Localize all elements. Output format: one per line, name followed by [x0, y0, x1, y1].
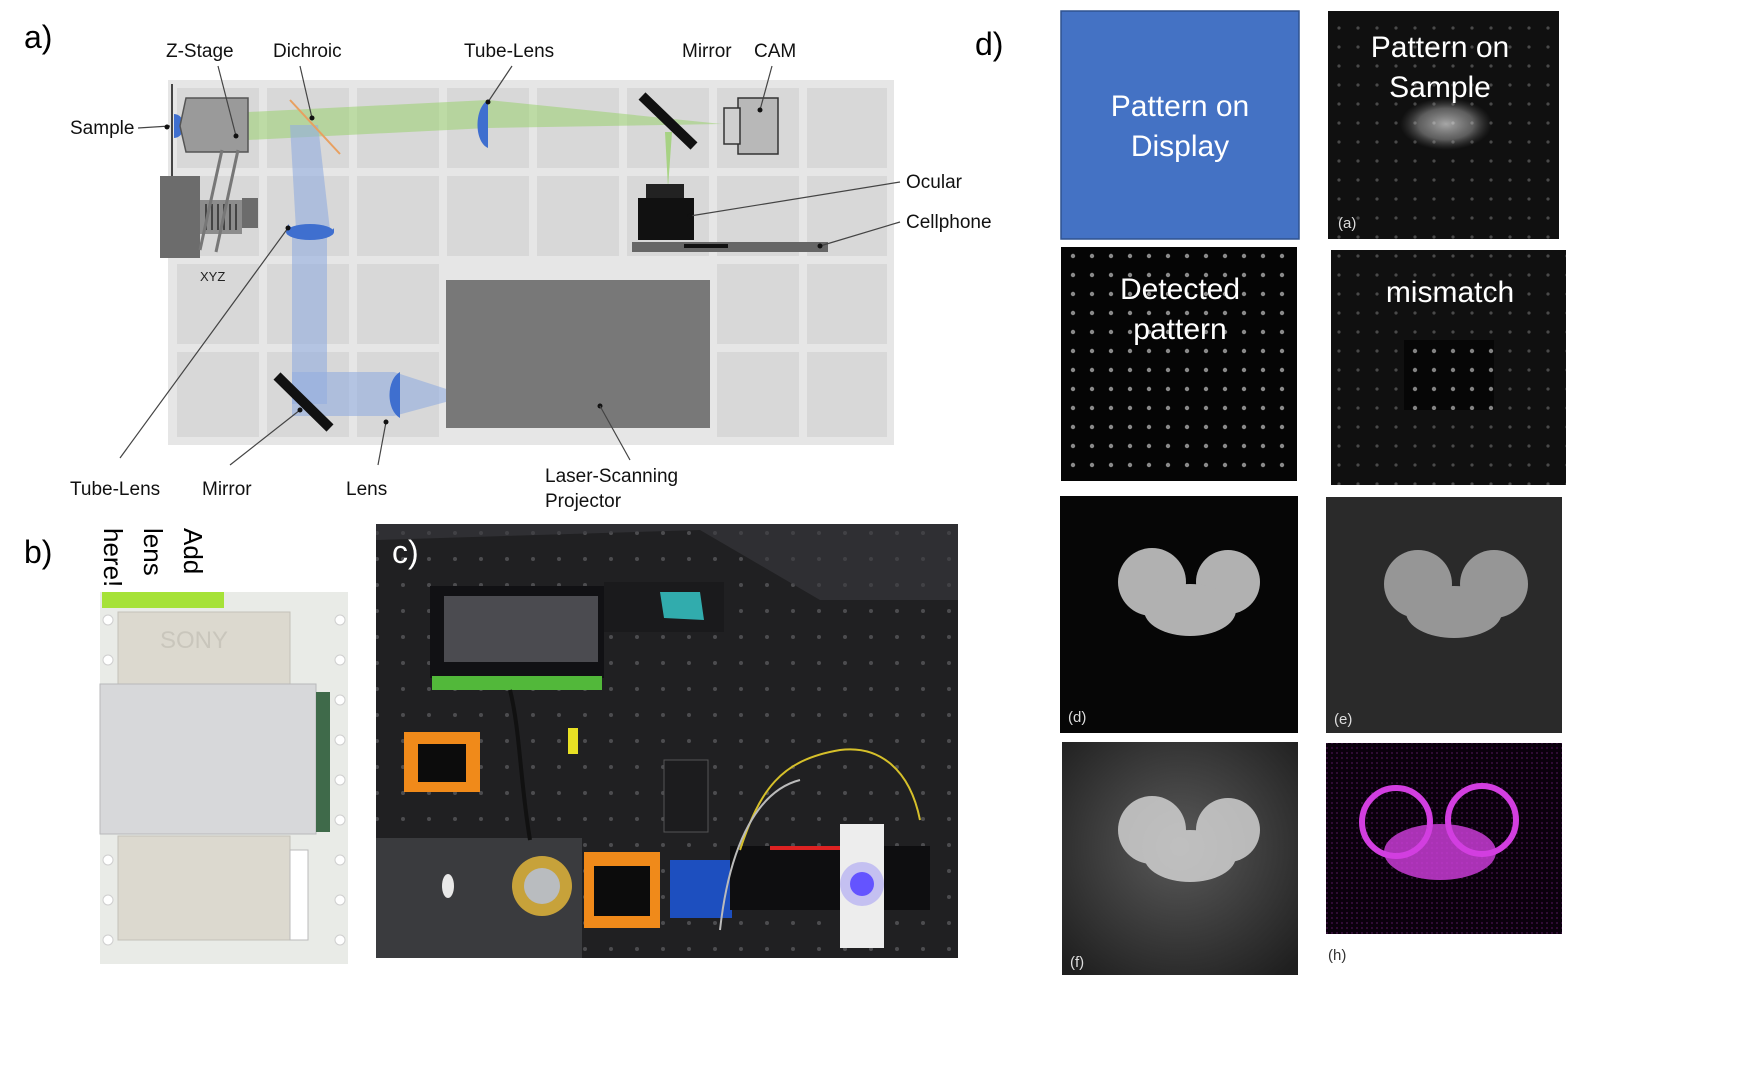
- label-sample: Sample: [70, 118, 134, 139]
- panel-label-d: d): [975, 26, 1003, 62]
- label-projector-line1: Laser-Scanning: [545, 466, 678, 487]
- board-metal-shield: [99, 683, 317, 835]
- photo-post-mount: [663, 759, 709, 833]
- board-text-lens: lens: [138, 528, 168, 576]
- photo-housing-slot: [442, 874, 454, 898]
- tile-detected-line2: pattern: [1133, 313, 1226, 346]
- tag-h: (h): [1328, 947, 1346, 964]
- label-cam: CAM: [754, 41, 796, 62]
- board-green-edge-right: [316, 692, 330, 832]
- figure-canvas: a) Z-Stage Dichroic Tube-Lens Mirror CAM…: [24, 10, 1566, 975]
- panel-label-c: c): [392, 534, 419, 570]
- stage-knob: [242, 198, 258, 228]
- label-mirror-bottom: Mirror: [202, 479, 252, 500]
- tile-sample-line1: Pattern on: [1371, 31, 1509, 64]
- tag-a: (a): [1338, 215, 1356, 232]
- tag-f: (f): [1070, 954, 1084, 971]
- board-side-connector: [289, 849, 309, 941]
- panel-d-image-grid: d) Pattern on Display Pattern on Sample …: [975, 10, 1566, 975]
- photo-orange-cube-left-window: [418, 744, 466, 782]
- tile-detected-line1: Detected: [1120, 273, 1240, 306]
- tag-d: (d): [1068, 709, 1086, 726]
- objective-body: [179, 97, 249, 153]
- label-ocular: Ocular: [906, 172, 963, 193]
- camera-mount: [723, 107, 741, 145]
- sony-module-bottom: [117, 835, 291, 941]
- panel-label-a: a): [24, 19, 52, 55]
- photo-display-screen: [444, 596, 598, 662]
- label-z-stage: Z-Stage: [166, 41, 234, 62]
- photo-red-wire: [770, 846, 840, 850]
- mismatch-bright-dots: [1404, 340, 1494, 410]
- tube-lens-bottom-body: [286, 224, 334, 240]
- projector-body: [446, 280, 710, 428]
- mouse-fill-h: [1384, 824, 1496, 880]
- photo-led-glow: [840, 862, 884, 906]
- photo-cyan-prism: [660, 592, 704, 620]
- photo-cellphone: [730, 846, 930, 910]
- tile-mismatch-label: mismatch: [1386, 276, 1514, 309]
- panel-c-setup-photo: c): [376, 524, 958, 958]
- board-text-here: here!: [98, 528, 128, 587]
- sample-bright-spot: [1400, 98, 1492, 150]
- label-dichroic: Dichroic: [273, 41, 342, 62]
- board-brand-text: SONY: [160, 627, 228, 654]
- label-lens: Lens: [346, 479, 387, 500]
- green-lens-mount: [102, 592, 224, 608]
- xyz-stage-block: [160, 176, 200, 258]
- photo-lens-glass: [524, 868, 560, 904]
- ocular-icon: [638, 198, 694, 240]
- label-projector-line2: Projector: [545, 491, 622, 512]
- photo-green-rail: [432, 676, 602, 690]
- cellphone-icon: [632, 242, 828, 252]
- label-tube-lens-top: Tube-Lens: [464, 41, 554, 62]
- tile-display-line2: Display: [1131, 130, 1229, 163]
- ocular-cap: [646, 184, 684, 200]
- board-text-add: Add: [178, 528, 208, 574]
- panel-b-board-photo: b) SONY Add lens here!: [24, 528, 348, 964]
- label-tube-lens-bottom: Tube-Lens: [70, 479, 160, 500]
- photo-orange-cube-bottom-window: [594, 866, 650, 916]
- label-mirror-top: Mirror: [682, 41, 732, 62]
- tile-pattern-on-display: [1060, 10, 1300, 240]
- label-cellphone: Cellphone: [906, 212, 992, 233]
- panel-a-schematic: a) Z-Stage Dichroic Tube-Lens Mirror CAM…: [24, 19, 992, 512]
- panel-label-b: b): [24, 534, 52, 570]
- camera-body: [737, 97, 779, 155]
- cellphone-detail: [684, 244, 728, 248]
- tile-display-line1: Pattern on: [1111, 90, 1249, 123]
- tile-sample-line2: Sample: [1389, 71, 1491, 104]
- board-annotation: Add lens here!: [98, 528, 208, 587]
- label-xyz: XYZ: [200, 269, 225, 284]
- tag-e: (e): [1334, 711, 1352, 728]
- photo-yellow-clip: [568, 728, 578, 754]
